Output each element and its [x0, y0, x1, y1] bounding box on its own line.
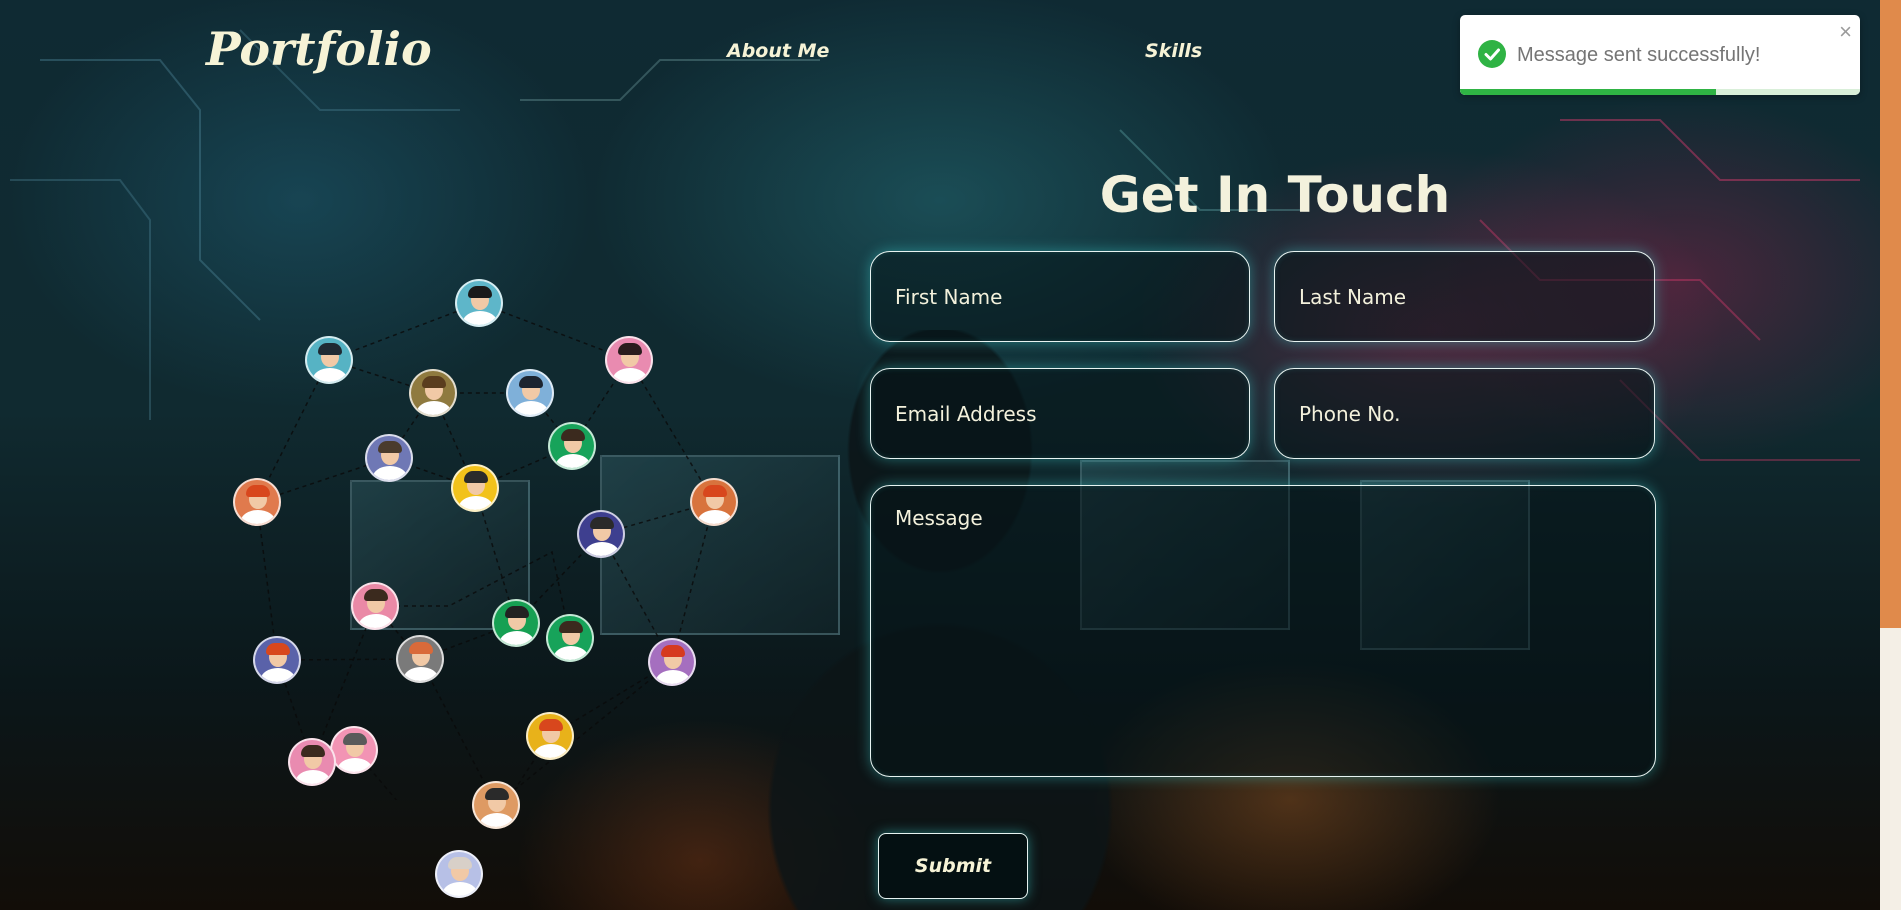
person-avatar-icon: [351, 582, 399, 630]
person-avatar-icon: [648, 638, 696, 686]
first-name-input[interactable]: [870, 251, 1250, 342]
person-avatar-icon: [253, 636, 301, 684]
message-textarea[interactable]: [870, 485, 1656, 777]
network-connection-lines: [256, 302, 715, 800]
site-logo[interactable]: Portfolio: [206, 22, 432, 76]
person-avatar-icon: [365, 434, 413, 482]
person-avatar-icon: [455, 279, 503, 327]
last-name-input[interactable]: [1274, 251, 1655, 342]
person-avatar-icon: [330, 726, 378, 774]
person-avatar-icon: [451, 464, 499, 512]
person-avatar-icon: [492, 599, 540, 647]
person-avatar-icon: [305, 336, 353, 384]
page-title: Get In Touch: [1099, 166, 1451, 224]
person-avatar-icon: [409, 369, 457, 417]
person-avatar-icon: [526, 712, 574, 760]
person-avatar-icon: [577, 510, 625, 558]
person-avatar-icon: [605, 336, 653, 384]
nav-skills[interactable]: Skills: [1145, 40, 1202, 62]
person-avatar-icon: [288, 738, 336, 786]
scrollbar-thumb[interactable]: [1880, 628, 1901, 910]
submit-button[interactable]: Submit: [878, 833, 1028, 899]
person-avatar-icon: [472, 781, 520, 829]
people-network-illustration: [220, 270, 740, 898]
close-icon[interactable]: ×: [1839, 19, 1852, 45]
person-avatar-icon: [506, 369, 554, 417]
toast-progress-bar: [1460, 89, 1716, 95]
check-circle-icon: [1478, 40, 1506, 68]
person-avatar-icon: [690, 478, 738, 526]
person-avatar-icon: [548, 422, 596, 470]
person-avatar-icon: [546, 614, 594, 662]
email-input[interactable]: [870, 368, 1250, 459]
phone-input[interactable]: [1274, 368, 1655, 459]
success-toast: Message sent successfully! ×: [1460, 15, 1860, 95]
nav-about-me[interactable]: About Me: [727, 40, 829, 62]
toast-message: Message sent successfully!: [1517, 44, 1761, 66]
person-avatar-icon: [435, 850, 483, 898]
person-avatar-icon: [233, 478, 281, 526]
person-avatar-icon: [396, 635, 444, 683]
